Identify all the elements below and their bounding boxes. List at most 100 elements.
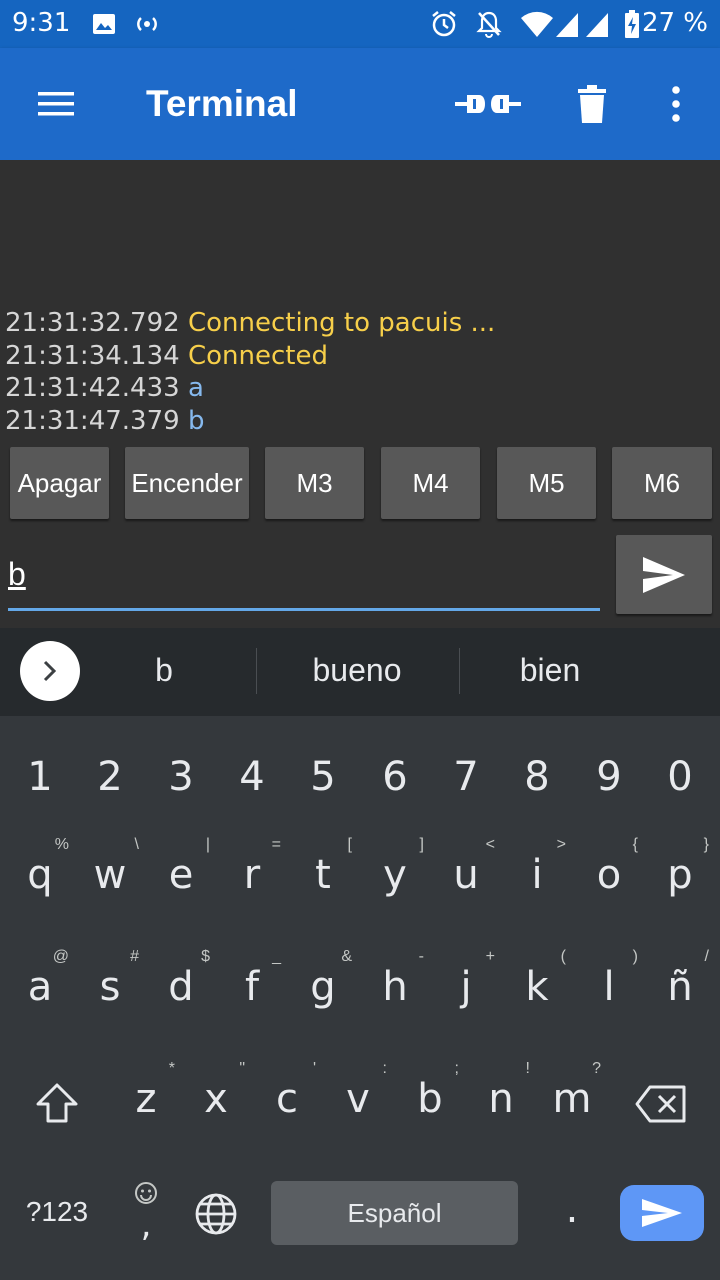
key-c[interactable]: ' c xyxy=(252,1060,322,1122)
expand-toolbar-button[interactable] xyxy=(20,641,80,701)
key-hint: $ xyxy=(201,948,210,965)
key-u[interactable]: < u xyxy=(431,836,501,898)
key-hint: = xyxy=(271,836,281,853)
key-hint: : xyxy=(382,1060,387,1077)
send-icon xyxy=(643,556,685,593)
backspace-key[interactable] xyxy=(626,1084,696,1129)
suggestion-word[interactable]: b xyxy=(104,652,224,689)
terminal-line: 21:31:47.379 b xyxy=(5,406,204,436)
key-0[interactable]: 0 xyxy=(645,754,715,800)
space-key[interactable]: Español xyxy=(271,1181,518,1245)
key-hint: ( xyxy=(560,948,566,965)
macro-button-m4[interactable]: M4 xyxy=(381,447,480,519)
key-o[interactable]: {o xyxy=(574,836,644,898)
key-label: u xyxy=(453,852,479,898)
send-button[interactable] xyxy=(616,535,712,614)
send-icon xyxy=(642,1199,682,1227)
connect-button[interactable] xyxy=(454,78,522,130)
enter-send-key[interactable] xyxy=(620,1185,704,1241)
key-hint: \ xyxy=(134,836,139,853)
key-1[interactable]: 1 xyxy=(5,754,75,800)
clear-button[interactable] xyxy=(570,78,614,130)
shift-key[interactable] xyxy=(22,1082,92,1129)
key-hint: ; xyxy=(454,1060,459,1077)
key-s[interactable]: # s xyxy=(75,948,145,1010)
key-hint: ) xyxy=(632,948,638,965)
key-6[interactable]: 6 xyxy=(360,754,430,800)
key-a[interactable]: @ a xyxy=(5,948,75,1010)
key-b[interactable]: ; b xyxy=(395,1060,465,1122)
key-x[interactable]: " x xyxy=(181,1060,251,1122)
key-label: b xyxy=(417,1076,443,1122)
key-p[interactable]: } p xyxy=(645,836,715,898)
key-i[interactable]: > i xyxy=(502,836,572,898)
key-n[interactable]: ! n xyxy=(466,1060,536,1122)
period-key-label: . xyxy=(565,1186,579,1232)
received-message: b xyxy=(187,406,205,436)
language-key[interactable] xyxy=(181,1192,251,1241)
macro-button-apagar[interactable]: Apagar xyxy=(10,447,109,519)
key-r[interactable]: = r xyxy=(217,836,287,898)
key-9[interactable]: 9 xyxy=(574,754,644,800)
key-hint: ! xyxy=(525,1060,530,1077)
period-key[interactable]: . xyxy=(537,1186,607,1232)
macro-button-m3[interactable]: M3 xyxy=(265,447,364,519)
key-k[interactable]: (k xyxy=(502,948,572,1010)
emoji-icon xyxy=(135,1182,157,1204)
macro-button-m6[interactable]: M6 xyxy=(612,447,712,519)
key-label: i xyxy=(531,852,543,898)
key-m[interactable]: ? m xyxy=(537,1060,607,1122)
comma-key-label: , xyxy=(140,1205,152,1245)
macro-button-encender[interactable]: Encender xyxy=(125,447,249,519)
key-l[interactable]: ) l xyxy=(574,948,644,1010)
key-y[interactable]: ] y xyxy=(360,836,430,898)
key-ñ[interactable]: / ñ xyxy=(645,948,715,1010)
key-hint: ] xyxy=(419,836,424,853)
more-vert-icon xyxy=(672,86,680,122)
key-q[interactable]: % q xyxy=(5,836,75,898)
key-v[interactable]: :v xyxy=(323,1060,393,1122)
key-e[interactable]: | e xyxy=(146,836,216,898)
key-4[interactable]: 4 xyxy=(217,754,287,800)
key-j[interactable]: + j xyxy=(431,948,501,1010)
key-8[interactable]: 8 xyxy=(502,754,572,800)
overflow-menu-button[interactable] xyxy=(660,78,692,130)
key-hint: + xyxy=(485,948,495,965)
key-3[interactable]: 3 xyxy=(146,754,216,800)
key-label: r xyxy=(243,852,261,898)
key-hint: / xyxy=(704,948,709,965)
key-w[interactable]: \ w xyxy=(75,836,145,898)
key-z[interactable]: * z xyxy=(111,1060,181,1122)
key-hint: [ xyxy=(347,836,352,853)
key-h[interactable]: -h xyxy=(360,948,430,1010)
timestamp: 21:31:42.433 xyxy=(5,373,180,403)
macro-button-m5[interactable]: M5 xyxy=(497,447,596,519)
symbols-key[interactable]: ?123 xyxy=(20,1196,94,1228)
chevron-right-icon xyxy=(43,660,57,682)
key-7[interactable]: 7 xyxy=(431,754,501,800)
key-hint: @ xyxy=(52,948,69,965)
menu-button[interactable] xyxy=(30,78,82,130)
key-2[interactable]: 2 xyxy=(75,754,145,800)
connect-plug-icon xyxy=(455,95,521,113)
key-label: m xyxy=(552,1076,592,1122)
suggestion-word[interactable]: bien xyxy=(480,652,620,689)
timestamp: 21:31:47.379 xyxy=(5,406,180,436)
status-bar: 9:31 27 % xyxy=(0,0,720,48)
key-f[interactable]: _ f xyxy=(217,948,287,1010)
status-message: Connecting to pacuis ... xyxy=(187,308,496,338)
key-hint: ' xyxy=(312,1060,316,1077)
key-label: v xyxy=(346,1076,370,1122)
on-screen-keyboard: 1 2 3 4 5 6 7 8 9 0 % q \ w | e = r[t] y < u > i{o} p… xyxy=(0,716,720,1280)
key-label: e xyxy=(168,852,194,898)
suggestion-word[interactable]: bueno xyxy=(287,652,427,689)
key-d[interactable]: $ d xyxy=(146,948,216,1010)
key-5[interactable]: 5 xyxy=(288,754,358,800)
key-hint: % xyxy=(54,836,69,853)
key-label: q xyxy=(27,852,53,898)
key-g[interactable]: & g xyxy=(288,948,358,1010)
send-text-input[interactable]: b xyxy=(8,556,26,593)
key-t[interactable]: [t xyxy=(288,836,358,898)
terminal-output[interactable]: 21:31:32.792 Connecting to pacuis ... 21… xyxy=(0,160,720,440)
comma-key[interactable]: , xyxy=(111,1181,181,1245)
